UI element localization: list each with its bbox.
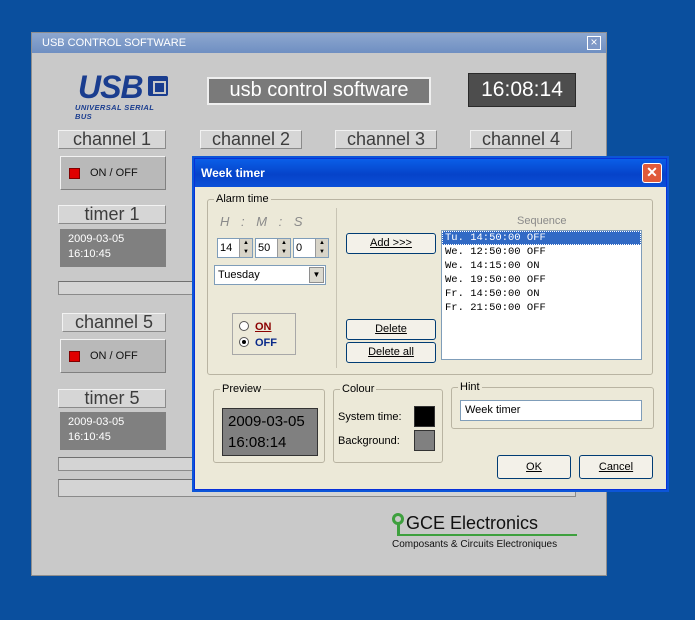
system-time-swatch[interactable] bbox=[414, 406, 435, 427]
delete-button[interactable]: Delete bbox=[346, 319, 436, 340]
ok-button[interactable]: OK bbox=[497, 455, 571, 479]
gce-brand-subtitle: Composants & Circuits Electroniques bbox=[392, 539, 558, 550]
channel-5-toggle[interactable]: ON / OFF bbox=[60, 339, 166, 373]
usb-logo-subtitle: UNIVERSAL SERIAL BUS bbox=[75, 103, 155, 121]
radio-unchecked-icon bbox=[239, 321, 249, 331]
spinner-arrows-icon[interactable]: ▲ ▼ bbox=[277, 239, 290, 257]
minute-value: 50 bbox=[258, 242, 271, 254]
alarm-divider bbox=[336, 208, 337, 368]
timer-5-time: 16:10:45 bbox=[68, 431, 111, 443]
dialog-close-button[interactable]: ✕ bbox=[642, 163, 662, 183]
add-button[interactable]: Add >>> bbox=[346, 233, 436, 254]
background-label: Background: bbox=[338, 435, 400, 447]
channel-5-slider[interactable] bbox=[58, 457, 196, 471]
channel-4-label: channel 4 bbox=[470, 130, 572, 149]
usb-logo-text: USB bbox=[78, 69, 144, 105]
colour-group-title: Colour bbox=[340, 383, 377, 395]
timer-5-label: timer 5 bbox=[58, 389, 166, 408]
hint-group-title: Hint bbox=[458, 381, 482, 393]
background-swatch[interactable] bbox=[414, 430, 435, 451]
led-indicator-icon bbox=[69, 168, 80, 179]
dialog-title: Week timer bbox=[195, 159, 666, 187]
cancel-button[interactable]: Cancel bbox=[579, 455, 653, 479]
gce-underline bbox=[397, 534, 577, 536]
hms-label: H : M : S bbox=[220, 214, 307, 229]
ok-button-label: OK bbox=[526, 461, 542, 473]
second-value: 0 bbox=[296, 242, 303, 254]
minute-spinner[interactable]: 50 ▲ ▼ bbox=[255, 238, 291, 258]
on-radio-label: ON bbox=[255, 321, 272, 333]
off-radio[interactable]: OFF bbox=[239, 337, 277, 349]
preview-display: 2009-03-05 16:08:14 bbox=[222, 408, 318, 456]
sequence-item[interactable]: Tu. 14:50:00 OFF bbox=[442, 231, 641, 245]
usb-logo: USB UNIVERSAL SERIAL BUS bbox=[72, 69, 172, 121]
timer-1-date: 2009-03-05 bbox=[68, 233, 125, 245]
channel-2-label: channel 2 bbox=[200, 130, 302, 149]
preview-group: Preview 2009-03-05 16:08:14 bbox=[213, 383, 325, 463]
timer-5-display: 2009-03-05 16:10:45 bbox=[60, 412, 166, 450]
delete-all-button-label: Delete all bbox=[368, 346, 414, 358]
sequence-item[interactable]: Fr. 14:50:00 ON bbox=[442, 287, 641, 301]
sequence-item[interactable]: We. 14:15:00 ON bbox=[442, 259, 641, 273]
usb-plug-icon bbox=[148, 76, 168, 96]
main-close-button[interactable]: × bbox=[587, 36, 601, 50]
led-indicator-icon bbox=[69, 351, 80, 362]
hint-group: Hint Week timer bbox=[451, 381, 654, 429]
gce-brand-name: GCE Electronics bbox=[406, 513, 539, 533]
spinner-arrows-icon[interactable]: ▲ ▼ bbox=[315, 239, 328, 257]
second-spinner[interactable]: 0 ▲ ▼ bbox=[293, 238, 329, 258]
channel-1-slider[interactable] bbox=[58, 281, 196, 295]
channel-1-label: channel 1 bbox=[58, 130, 166, 149]
sequence-item[interactable]: We. 19:50:00 OFF bbox=[442, 273, 641, 287]
add-button-label: Add >>> bbox=[370, 237, 412, 249]
cancel-button-label: Cancel bbox=[598, 461, 634, 473]
timer-1-time: 16:10:45 bbox=[68, 248, 111, 260]
preview-time: 16:08:14 bbox=[228, 434, 287, 451]
colour-group: Colour System time: Background: bbox=[333, 383, 443, 463]
channel-5-toggle-label: ON / OFF bbox=[90, 350, 138, 362]
alarm-time-group-title: Alarm time bbox=[214, 193, 271, 205]
off-radio-label: OFF bbox=[255, 337, 277, 349]
day-value: Tuesday bbox=[218, 269, 260, 281]
spinner-arrows-icon[interactable]: ▲ ▼ bbox=[239, 239, 252, 257]
main-window-title: USB CONTROL SOFTWARE bbox=[32, 33, 606, 53]
day-select[interactable]: Tuesday ▼ bbox=[214, 265, 326, 285]
main-clock: 16:08:14 bbox=[468, 73, 576, 107]
timer-1-display: 2009-03-05 16:10:45 bbox=[60, 229, 166, 267]
radio-checked-icon bbox=[239, 337, 249, 347]
sequence-list[interactable]: Tu. 14:50:00 OFF We. 12:50:00 OFF We. 14… bbox=[441, 230, 642, 360]
preview-group-title: Preview bbox=[220, 383, 264, 395]
on-off-radio-group: ON OFF bbox=[232, 313, 296, 355]
on-radio[interactable]: ON bbox=[239, 321, 272, 333]
gce-brand: GCE Electronics Composants & Circuits El… bbox=[388, 511, 608, 555]
timer-5-date: 2009-03-05 bbox=[68, 416, 125, 428]
sequence-item[interactable]: Fr. 21:50:00 OFF bbox=[442, 301, 641, 315]
sequence-title: Sequence bbox=[517, 215, 567, 227]
timer-1-label: timer 1 bbox=[58, 205, 166, 224]
hour-spinner[interactable]: 14 ▲ ▼ bbox=[217, 238, 253, 258]
channel-5-label: channel 5 bbox=[62, 313, 166, 332]
system-time-label: System time: bbox=[338, 411, 402, 423]
chevron-down-icon[interactable]: ▼ bbox=[309, 267, 324, 283]
channel-3-label: channel 3 bbox=[335, 130, 437, 149]
channel-1-toggle[interactable]: ON / OFF bbox=[60, 156, 166, 190]
sequence-item[interactable]: We. 12:50:00 OFF bbox=[442, 245, 641, 259]
channel-1-toggle-label: ON / OFF bbox=[90, 167, 138, 179]
delete-button-label: Delete bbox=[375, 323, 407, 335]
delete-all-button[interactable]: Delete all bbox=[346, 342, 436, 363]
hint-input[interactable]: Week timer bbox=[460, 400, 642, 421]
week-timer-dialog: Week timer ✕ Alarm time H : M : S 14 ▲ ▼ … bbox=[194, 158, 667, 490]
preview-date: 2009-03-05 bbox=[228, 413, 305, 430]
app-title: usb control software bbox=[207, 77, 431, 105]
hour-value: 14 bbox=[220, 242, 233, 254]
